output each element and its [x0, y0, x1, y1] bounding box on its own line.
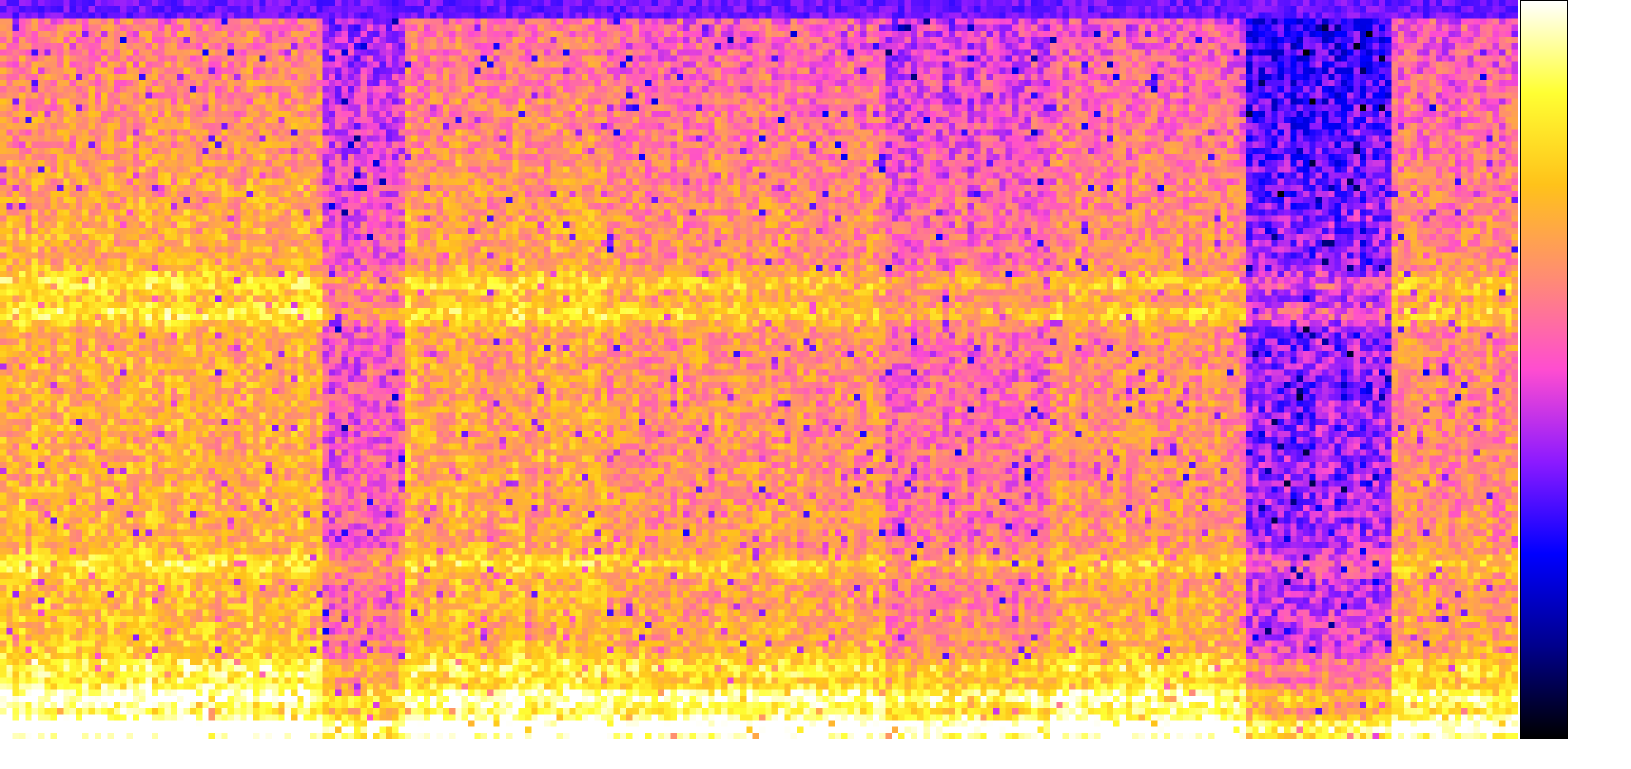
colorbar — [1520, 0, 1568, 739]
colorbar-gradient — [1520, 0, 1568, 739]
spectrogram-plot — [0, 0, 1518, 739]
spectrogram-heatmap — [0, 0, 1518, 739]
colorbar-svg — [1520, 0, 1568, 739]
